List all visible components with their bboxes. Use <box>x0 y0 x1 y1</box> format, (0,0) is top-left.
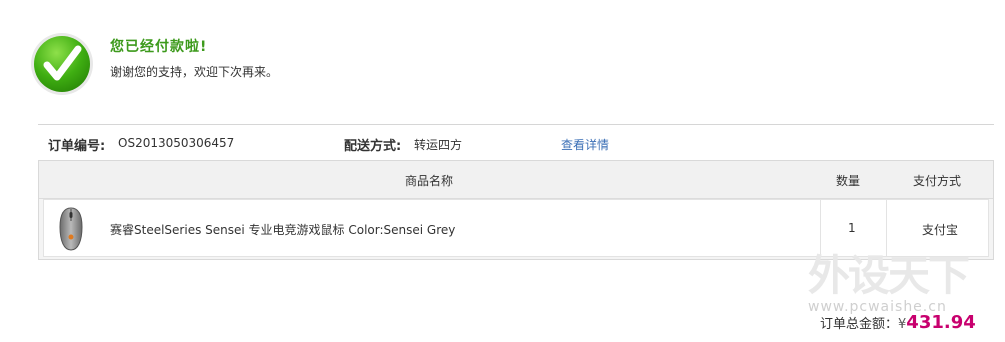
success-subtitle: 谢谢您的支持，欢迎下次再来。 <box>110 65 279 79</box>
order-total: 订单总金额：¥431.94 <box>820 312 976 333</box>
view-details-link[interactable]: 查看详情 <box>561 136 609 153</box>
header-payment: 支付方式 <box>913 174 962 188</box>
order-number-label: 订单编号: <box>48 139 106 154</box>
product-name[interactable]: 赛睿SteelSeries Sensei 专业电竞游戏鼠标 Color:Sens… <box>110 221 455 238</box>
order-info-bar: 订单编号: OS2013050306457 配送方式: 转运四方 查看详情 <box>38 124 994 161</box>
success-title: 您已经付款啦! <box>110 39 208 55</box>
shipping-value: 转运四方 <box>414 138 463 152</box>
total-label: 订单总金额： <box>820 317 899 332</box>
header-product-name: 商品名称 <box>405 174 454 188</box>
product-quantity: 1 <box>848 221 856 235</box>
checkmark-icon <box>31 33 93 95</box>
total-amount: 431.94 <box>906 312 976 333</box>
mouse-icon <box>59 207 83 251</box>
watermark-logo: 外设天下 <box>808 254 970 300</box>
table-header: 商品名称 数量 支付方式 <box>39 161 993 199</box>
watermark: 外设天下 www.pcwaishe.cn <box>808 242 1004 315</box>
shipping-label: 配送方式: <box>344 139 402 154</box>
order-number-value: OS2013050306457 <box>118 136 235 150</box>
header-quantity: 数量 <box>836 174 861 188</box>
product-payment: 支付宝 <box>922 223 959 237</box>
